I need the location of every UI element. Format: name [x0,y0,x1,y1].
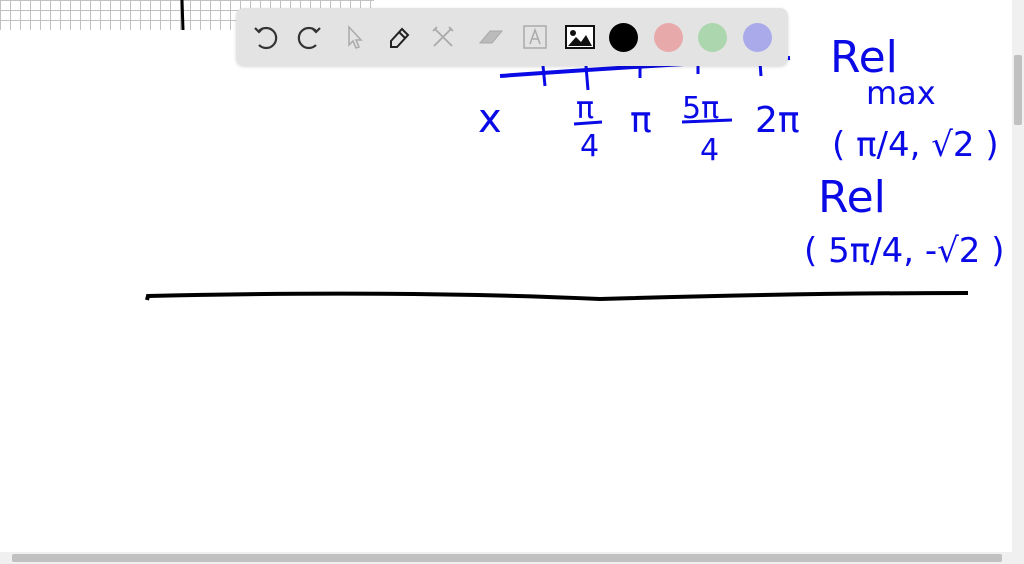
max-label: max [866,74,936,112]
tools-icon [432,26,454,47]
pen-icon [390,27,410,48]
image-tool[interactable] [565,22,595,52]
label-pi: π [630,100,652,141]
undo-icon [254,26,278,50]
black-horizontal-line [145,291,969,302]
rel-label-2: Rel [818,172,886,223]
drawing-layer: x π 4 π 5π 4 2π Rel max ( π/4, √2 ) Rel … [145,0,1005,302]
whiteboard-canvas[interactable]: x π 4 π 5π 4 2π Rel max ( π/4, √2 ) Rel … [0,0,1012,552]
vertical-scrollbar[interactable] [1012,0,1024,552]
image-icon [565,25,595,49]
text-icon [523,25,547,49]
undo-button[interactable] [250,22,280,52]
drawing-toolbar [236,8,788,66]
color-blue[interactable] [743,23,772,52]
black-stroke [180,0,185,31]
vertical-scrollbar-thumb[interactable] [1014,55,1022,125]
rel-min-point: ( 5π/4, -√2 ) [804,231,1005,271]
label-pi4-numerator: π [576,91,594,126]
text-tool[interactable] [520,22,550,52]
label-x: x [478,96,502,142]
horizontal-scrollbar[interactable] [0,552,1024,564]
label-pi4-denominator: 4 [580,129,599,164]
eraser-icon [478,30,504,44]
color-black[interactable] [609,23,638,52]
rel-max-point: ( π/4, √2 ) [832,125,999,165]
pen-tool[interactable] [384,22,414,52]
redo-icon [297,26,321,50]
color-red[interactable] [654,23,683,52]
tools-button[interactable] [428,22,458,52]
label-5pi4-denominator: 4 [700,133,719,168]
horizontal-scrollbar-thumb[interactable] [12,554,1002,562]
select-icon [348,25,363,49]
color-green[interactable] [698,23,727,52]
redo-button[interactable] [295,22,325,52]
select-tool[interactable] [339,22,369,52]
eraser-tool[interactable] [475,22,505,52]
label-2pi: 2π [755,100,800,141]
